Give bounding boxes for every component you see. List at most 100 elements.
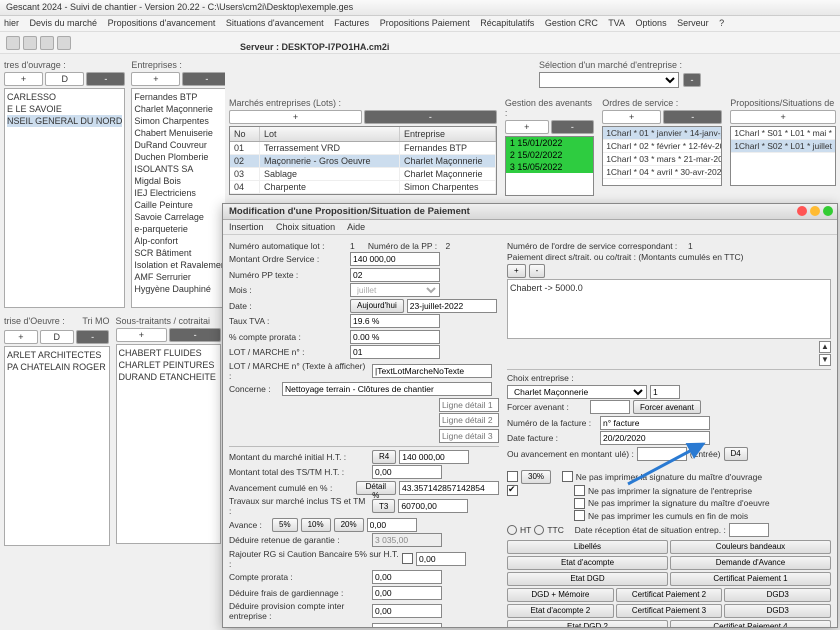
menu-item[interactable]: Gestion CRC <box>545 18 598 28</box>
t3-button[interactable]: T3 <box>372 499 395 513</box>
list-item[interactable]: Caille Peinture <box>134 199 225 211</box>
minimize-icon[interactable] <box>810 206 820 216</box>
tri-mo-label[interactable]: Tri MO <box>82 316 109 326</box>
list-item[interactable]: Fernandes BTP <box>134 91 225 103</box>
today-button[interactable]: Aujourd'hui <box>350 299 404 313</box>
rrg-input[interactable] <box>416 552 466 566</box>
sig4-checkbox[interactable] <box>574 510 585 521</box>
tsm-input[interactable] <box>398 499 468 513</box>
r4-button[interactable]: R4 <box>372 450 396 464</box>
ttc-radio[interactable] <box>534 525 544 535</box>
list-item[interactable]: ISOLANTS SA <box>134 163 225 175</box>
drg-checkbox[interactable] <box>507 485 518 496</box>
libelles-button[interactable]: Libellés <box>507 540 668 554</box>
ligne-detail-2[interactable] <box>439 413 499 427</box>
cell[interactable]: 02 <box>230 155 260 167</box>
pct10-button[interactable]: 10% <box>301 518 331 532</box>
list-item[interactable]: Simon Charpentes <box>134 115 225 127</box>
paiement-direct-list[interactable]: Chabert -> 5000.0 <box>507 279 831 339</box>
couleurs-button[interactable]: Couleurs bandeaux <box>670 540 831 554</box>
etat-dgd-button[interactable]: Etat DGD <box>507 572 668 586</box>
list-item[interactable]: 1Charl * 03 * mars * 21-mar-2022 <box>603 153 721 166</box>
dialog-menu[interactable]: Insertion Choix situation Aide <box>223 220 837 235</box>
sig2-checkbox[interactable] <box>574 485 585 496</box>
rrg-checkbox[interactable] <box>402 553 413 564</box>
add-button[interactable]: + <box>4 72 43 86</box>
pct5-button[interactable]: 5% <box>272 518 298 532</box>
add-button[interactable]: + <box>505 120 549 134</box>
cell[interactable]: Sablage <box>260 168 400 180</box>
mmi-input[interactable] <box>399 450 469 464</box>
plus-button[interactable]: + <box>507 264 526 278</box>
cell[interactable]: 04 <box>230 181 260 193</box>
etat-acompte-2-button[interactable]: Etat d'acompte 2 <box>507 604 614 618</box>
prorata-input[interactable] <box>350 330 440 344</box>
date-facture-input[interactable] <box>600 431 710 445</box>
compte-prorata-input[interactable] <box>372 570 442 584</box>
choix-entreprise-select[interactable]: Charlet Maçonnerie <box>507 385 647 399</box>
entreprises-list[interactable]: Fernandes BTP Charlet Maçonnerie Simon C… <box>131 88 225 308</box>
ligne-detail-3[interactable] <box>439 429 499 443</box>
menu-item[interactable]: Propositions d'avancement <box>108 18 216 28</box>
num-facture-input[interactable] <box>600 416 710 430</box>
menu-item[interactable]: Options <box>636 18 667 28</box>
cell[interactable]: Simon Charpentes <box>400 181 496 193</box>
cell[interactable]: Charpente <box>260 181 400 193</box>
add-button[interactable]: + <box>116 328 168 342</box>
sig1-checkbox[interactable] <box>562 471 573 482</box>
list-item[interactable]: Charlet Maçonnerie <box>134 103 225 115</box>
remove-button[interactable]: - <box>663 110 722 124</box>
date-reception-input[interactable] <box>729 523 769 537</box>
tool-icon[interactable] <box>40 36 54 50</box>
d4-button[interactable]: D4 <box>724 447 748 461</box>
list-item[interactable]: 1Charl * S01 * L01 * mai * <box>731 127 835 140</box>
add-button[interactable]: + <box>4 330 38 344</box>
list-item[interactable]: 1Charl * 02 * février * 12-fév-2022 <box>603 140 721 153</box>
list-item[interactable]: 2 15/02/2022 <box>506 149 593 161</box>
list-item[interactable]: Alp-confort <box>134 235 225 247</box>
tva-input[interactable] <box>350 314 440 328</box>
zoom-icon[interactable] <box>823 206 833 216</box>
tool-icon[interactable] <box>6 36 20 50</box>
list-item[interactable]: Isolation et Ravalement <box>134 259 225 271</box>
list-item[interactable]: Migdal Bois <box>134 175 225 187</box>
pct30-button[interactable]: 30% <box>521 470 551 484</box>
ht-radio[interactable] <box>507 525 517 535</box>
sous-traitants-list[interactable]: CHABERT FLUIDES CHARLET PEINTURES DURAND… <box>116 344 222 544</box>
cell[interactable]: 01 <box>230 142 260 154</box>
remove-button[interactable]: - <box>76 330 110 344</box>
add-button[interactable]: + <box>602 110 661 124</box>
moe-list[interactable]: ARLET ARCHITECTES PA CHATELAIN ROGER <box>4 346 110 546</box>
tool-icon[interactable] <box>57 36 71 50</box>
scroll-down-icon[interactable]: ▼ <box>819 354 831 366</box>
list-item[interactable]: Chabert -> 5000.0 <box>510 282 828 294</box>
forcer-avenant-input[interactable] <box>590 400 630 414</box>
menu-item[interactable]: Insertion <box>229 222 264 232</box>
cell[interactable]: 03 <box>230 168 260 180</box>
menu-item[interactable]: Propositions Paiement <box>380 18 470 28</box>
list-item[interactable]: 3 15/05/2022 <box>506 161 593 173</box>
menu-item[interactable]: Récapitulatifs <box>480 18 534 28</box>
add-button[interactable]: + <box>229 110 362 124</box>
maitres-ouvrage-list[interactable]: CARLESSO E LE SAVOIE NSEIL GENERAL DU NO… <box>4 88 125 308</box>
menu-item[interactable]: Aide <box>347 222 365 232</box>
menu-item[interactable]: TVA <box>608 18 625 28</box>
ou-avancement-input[interactable] <box>637 447 687 461</box>
cell[interactable]: Charlet Maçonnerie <box>400 155 496 167</box>
remove-button[interactable]: - <box>551 120 595 134</box>
detail-pct-button[interactable]: Détail % <box>356 481 396 495</box>
list-item[interactable]: 1Charl * 01 * janvier * 14-janv-2022 <box>603 127 721 140</box>
ordres-list[interactable]: 1Charl * 01 * janvier * 14-janv-2022 1Ch… <box>602 126 722 186</box>
etat-acompte-button[interactable]: Etat d'acompte <box>507 556 668 570</box>
montant-os-input[interactable] <box>350 252 440 266</box>
remove-button[interactable]: - <box>683 73 701 87</box>
list-item[interactable]: CARLESSO <box>7 91 122 103</box>
demande-avance-button[interactable]: Demande d'Avance <box>670 556 831 570</box>
sig3-checkbox[interactable] <box>574 498 585 509</box>
remove-button[interactable]: - <box>169 328 221 342</box>
pct20-button[interactable]: 20% <box>334 518 364 532</box>
cell[interactable]: Charlet Maçonnerie <box>400 168 496 180</box>
menu-item[interactable]: Situations d'avancement <box>226 18 324 28</box>
certificat-4-button[interactable]: Certificat Paiement 4 <box>670 620 831 629</box>
certificat-1-button[interactable]: Certificat Paiement 1 <box>670 572 831 586</box>
